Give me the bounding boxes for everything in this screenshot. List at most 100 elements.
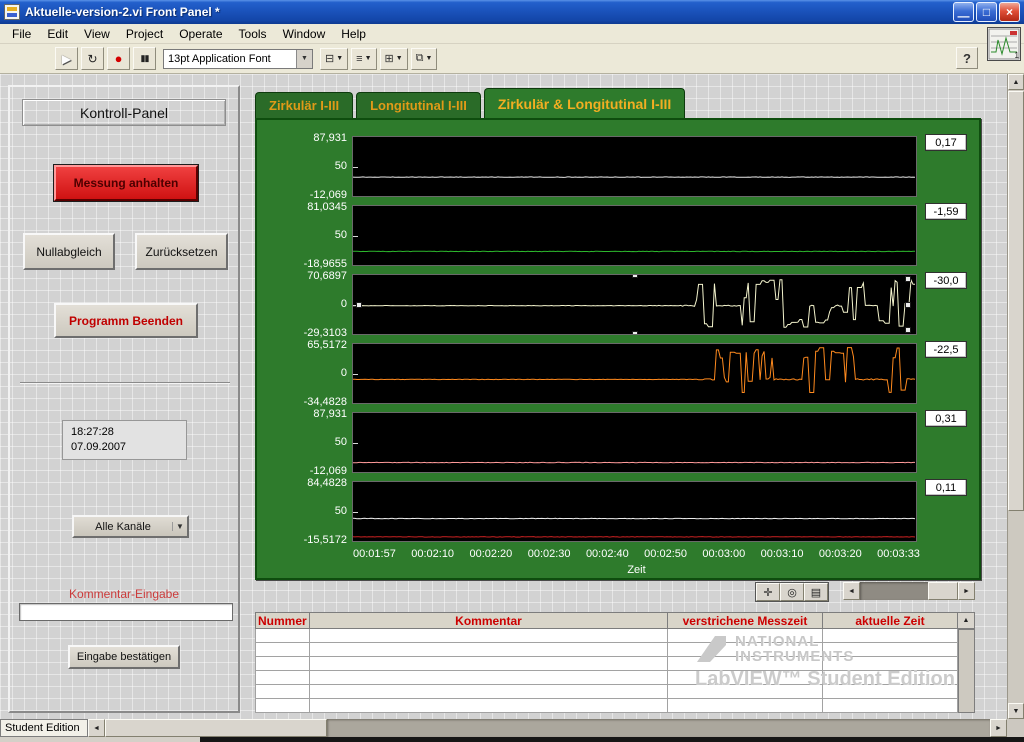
scroll-left-icon[interactable]: ◄: [843, 582, 860, 600]
window-controls: — □ ×: [953, 2, 1020, 22]
chart-row-6: 84,4828 50 -15,5172 0,11: [257, 481, 977, 542]
pause-icon: ▮▮: [141, 53, 149, 64]
zuruecksetzen-button[interactable]: Zurücksetzen: [135, 233, 228, 270]
cursor-handle[interactable]: [905, 276, 911, 282]
table-cell: [823, 657, 958, 671]
align-objects-button[interactable]: ⊟▼: [320, 48, 348, 70]
table-cell: [668, 643, 823, 657]
waveform-plot-2[interactable]: [352, 205, 917, 266]
distribute-objects-button[interactable]: ≡▼: [351, 48, 376, 70]
scroll-down-icon[interactable]: ▼: [1008, 703, 1024, 719]
run-button[interactable]: ▶: [55, 47, 78, 70]
pan-tool-button[interactable]: ▤: [804, 583, 828, 601]
y-min-label: -12,069: [310, 465, 347, 477]
cursor-handle[interactable]: [632, 331, 638, 335]
close-button[interactable]: ×: [999, 2, 1020, 22]
minimize-button[interactable]: —: [953, 2, 974, 22]
waveform-plot-4[interactable]: [352, 343, 917, 404]
tab-zirkulaer-longitutinal[interactable]: Zirkulär & Longitutinal I-III: [484, 88, 685, 118]
channel-select-dropdown[interactable]: Alle Kanäle ▼: [72, 515, 189, 538]
channel-select-value: Alle Kanäle: [74, 521, 172, 533]
run-continuous-icon: ↻: [87, 52, 97, 66]
cursor-handle[interactable]: [632, 274, 638, 278]
comment-table: Nummer Kommentar verstrichene Messzeit a…: [255, 612, 975, 713]
table-cell: [668, 685, 823, 699]
student-edition-tab[interactable]: Student Edition: [0, 719, 88, 737]
cursor-handle[interactable]: [356, 302, 362, 308]
menu-item-edit[interactable]: Edit: [39, 25, 76, 43]
context-help-button[interactable]: ?: [956, 47, 978, 69]
table-cell: [668, 699, 823, 713]
chevron-down-icon[interactable]: ▼: [296, 50, 312, 68]
maximize-button[interactable]: □: [976, 2, 997, 22]
y-mid-label: 50: [335, 229, 347, 241]
graph-controls-row: ✛ ◎ ▤ ◄ ►: [255, 582, 981, 602]
toolbar: ▶ ↻ ● ▮▮ 13pt Application Font ▼ ⊟▼ ≡▼ ⊞…: [0, 44, 1024, 74]
cursor-handle[interactable]: [905, 327, 911, 333]
menu-item-file[interactable]: File: [4, 25, 39, 43]
graph-scrollbar-thumb[interactable]: [928, 582, 958, 600]
datetime-display: 18:27:28 07.09.2007: [62, 420, 187, 460]
y-axis-4: 65,5172 0 -34,4828: [257, 343, 352, 404]
panel-hscroll-thumb[interactable]: [105, 719, 327, 737]
x-tick-label: 00:03:00: [702, 548, 745, 560]
resize-objects-button[interactable]: ⊞▼: [380, 48, 408, 70]
font-selector-value: 13pt Application Font: [164, 53, 296, 65]
kommentar-label: Kommentar-Eingabe: [10, 587, 238, 601]
chevron-down-icon: ▼: [396, 55, 403, 62]
x-tick-label: 00:03:20: [819, 548, 862, 560]
menu-item-project[interactable]: Project: [118, 25, 171, 43]
y-max-label: 87,931: [313, 408, 347, 420]
menu-item-view[interactable]: View: [76, 25, 118, 43]
table-cell: [823, 629, 958, 643]
scroll-up-icon[interactable]: ▲: [1008, 74, 1024, 90]
chevron-down-icon: ▼: [336, 55, 343, 62]
y-min-label: -29,3103: [304, 327, 347, 339]
abort-button[interactable]: ●: [107, 47, 130, 70]
digital-display-5: 0,31: [925, 410, 967, 427]
tab-longitutinal[interactable]: Longitutinal I-III: [356, 92, 481, 118]
programm-beenden-button[interactable]: Programm Beenden: [54, 303, 198, 338]
font-selector[interactable]: 13pt Application Font ▼: [163, 49, 313, 69]
waveform-plot-6[interactable]: [352, 481, 917, 542]
cursor-tool-button[interactable]: ✛: [756, 583, 780, 601]
table-cell: [255, 699, 310, 713]
nullabgleich-button[interactable]: Nullabgleich: [23, 233, 115, 270]
table-scrollbar[interactable]: [958, 629, 975, 713]
menu-item-operate[interactable]: Operate: [171, 25, 230, 43]
menu-item-tools[interactable]: Tools: [231, 25, 275, 43]
zoom-tool-button[interactable]: ◎: [780, 583, 804, 601]
y-mid-label: 0: [341, 367, 347, 379]
messung-anhalten-button[interactable]: Messung anhalten: [54, 165, 198, 201]
menu-item-window[interactable]: Window: [275, 25, 334, 43]
scroll-right-icon[interactable]: ►: [958, 582, 975, 600]
waveform-plot-1[interactable]: [352, 136, 917, 197]
run-continuous-button[interactable]: ↻: [81, 47, 104, 70]
vi-icon[interactable]: 1: [987, 27, 1021, 61]
x-tick-label: 00:02:50: [644, 548, 687, 560]
chevron-down-icon[interactable]: ▼: [172, 522, 187, 531]
table-scroll-up-icon[interactable]: ▲: [958, 612, 975, 629]
digital-display-2: -1,59: [925, 203, 967, 220]
tab-zirkulaer[interactable]: Zirkulär I-III: [255, 92, 353, 118]
kommentar-input[interactable]: [19, 603, 233, 621]
scroll-right-icon[interactable]: ►: [990, 719, 1007, 737]
panel-hscroll-track[interactable]: [327, 719, 990, 737]
waveform-plot-3[interactable]: [352, 274, 917, 335]
pause-button[interactable]: ▮▮: [133, 47, 156, 70]
waveform-plot-5[interactable]: [352, 412, 917, 473]
graph-scrollbar-track[interactable]: [860, 582, 958, 600]
abort-icon: ●: [115, 51, 123, 66]
menu-item-help[interactable]: Help: [333, 25, 374, 43]
scroll-left-icon[interactable]: ◄: [88, 719, 105, 737]
y-mid-label: 50: [335, 160, 347, 172]
x-tick-label: 00:02:40: [586, 548, 629, 560]
panel-vertical-scrollbar[interactable]: ▲ ▼: [1007, 74, 1024, 719]
cursor-handle[interactable]: [905, 302, 911, 308]
reorder-button[interactable]: ⧉▼: [411, 48, 438, 70]
y-axis-1: 87,931 50 -12,069: [257, 136, 352, 197]
divider: [20, 382, 230, 384]
panel-vscroll-thumb[interactable]: [1008, 91, 1024, 511]
eingabe-bestaetigen-button[interactable]: Eingabe bestätigen: [68, 645, 180, 669]
y-mid-label: 50: [335, 505, 347, 517]
